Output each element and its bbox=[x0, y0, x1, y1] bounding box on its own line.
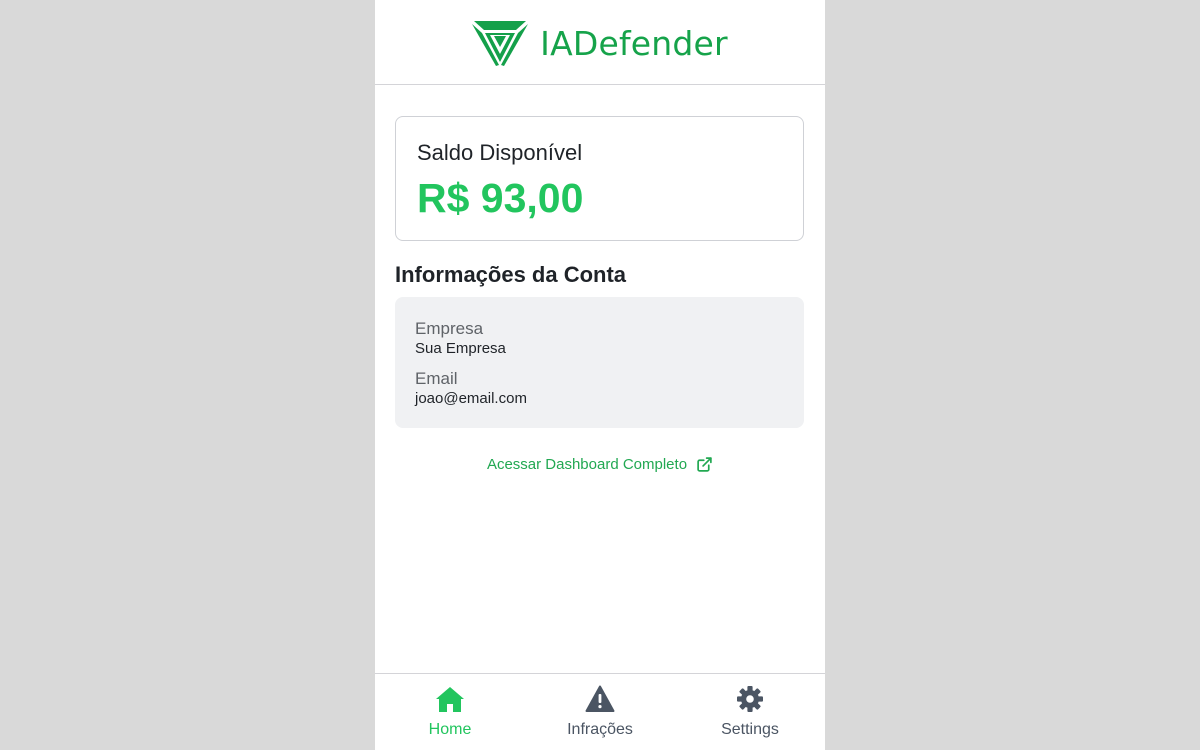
balance-card: Saldo Disponível R$ 93,00 bbox=[395, 116, 804, 241]
bottom-nav: Home Infrações Settings bbox=[375, 673, 825, 750]
account-info-card: Empresa Sua Empresa Email joao@email.com bbox=[395, 297, 804, 428]
company-label: Empresa bbox=[415, 319, 484, 338]
nav-settings-label: Settings bbox=[721, 721, 779, 738]
email-label: Email bbox=[415, 369, 458, 388]
nav-infracoes-label: Infrações bbox=[567, 721, 633, 738]
app-screen: IADefender Saldo Disponível R$ 93,00 Inf… bbox=[375, 0, 825, 750]
gear-icon bbox=[737, 686, 763, 712]
brand-logo: IADefender bbox=[472, 18, 728, 68]
company-value: Sua Empresa bbox=[415, 340, 506, 357]
account-info-title: Informações da Conta bbox=[395, 262, 627, 287]
external-link-icon bbox=[697, 457, 712, 472]
nav-home[interactable]: Home bbox=[375, 674, 525, 750]
balance-value: R$ 93,00 bbox=[417, 175, 584, 221]
balance-label: Saldo Disponível bbox=[417, 140, 583, 165]
nav-home-label: Home bbox=[428, 721, 472, 738]
dashboard-link[interactable]: Acessar Dashboard Completo bbox=[375, 456, 825, 473]
nav-settings[interactable]: Settings bbox=[675, 674, 825, 750]
brand-name: IADefender bbox=[540, 23, 728, 63]
nav-infracoes[interactable]: Infrações bbox=[525, 674, 675, 750]
home-icon bbox=[436, 687, 464, 712]
shield-logo-icon bbox=[472, 21, 529, 66]
warning-icon bbox=[585, 685, 615, 712]
app-header: IADefender bbox=[375, 0, 825, 85]
email-value: joao@email.com bbox=[415, 390, 527, 407]
dashboard-link-label: Acessar Dashboard Completo bbox=[486, 456, 688, 473]
